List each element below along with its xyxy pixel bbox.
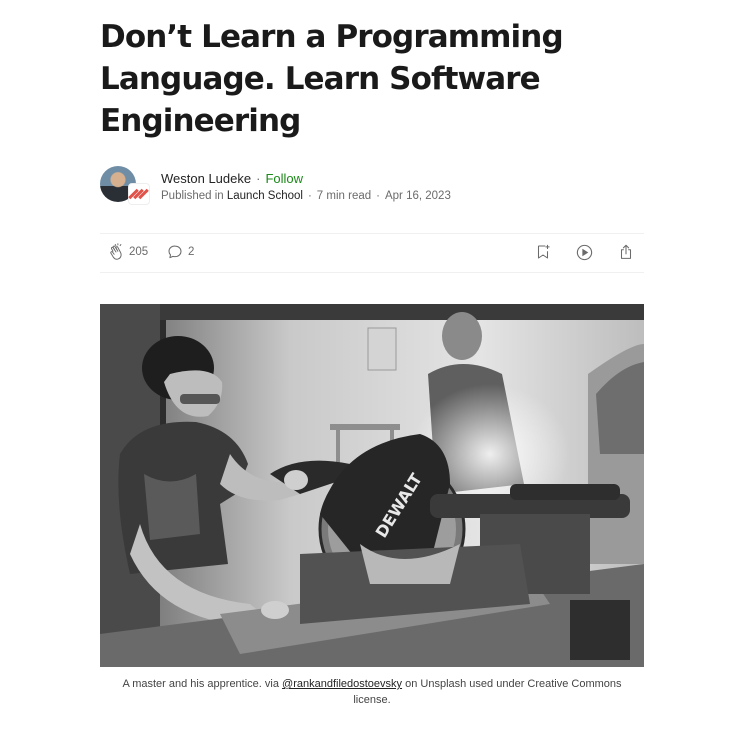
clap-button[interactable]: 205	[107, 243, 148, 261]
play-listen-icon	[576, 244, 593, 261]
publication-link[interactable]: Launch School	[227, 190, 303, 202]
responses-button[interactable]: 2	[166, 243, 194, 261]
listen-button[interactable]	[575, 243, 594, 262]
author-name[interactable]: Weston Ludeke	[161, 171, 251, 186]
bookmark-add-icon	[537, 244, 550, 259]
caption-photographer-link[interactable]: @rankandfiledostoevsky	[282, 678, 402, 690]
bookmark-button[interactable]	[534, 243, 552, 261]
share-icon	[620, 244, 632, 259]
image-caption: A master and his apprentice. via @rankan…	[110, 676, 634, 708]
hero-image: DEWALT	[100, 304, 644, 667]
author-line: Weston Ludeke · Follow	[161, 171, 303, 186]
response-count: 2	[188, 246, 195, 258]
separator-dot: ·	[376, 190, 380, 202]
separator-dot: ·	[307, 190, 312, 202]
publish-date: Apr 16, 2023	[384, 190, 451, 202]
separator-dot: ·	[256, 171, 261, 186]
caption-prefix: A master and his apprentice. via	[122, 678, 283, 690]
publication-logo[interactable]	[128, 183, 150, 205]
article-title: Don’t Learn a Programming Language. Lear…	[100, 19, 564, 139]
share-button[interactable]	[617, 243, 635, 261]
article-action-bar: 205 2	[100, 233, 644, 273]
article-meta: Published in Launch School · 7 min read · Ap…	[161, 190, 451, 202]
comment-icon	[168, 245, 182, 259]
clap-icon	[110, 243, 122, 260]
published-in-label: Published in	[161, 190, 224, 202]
follow-button[interactable]: Follow	[265, 171, 303, 186]
clap-count: 205	[129, 246, 149, 258]
read-time: 7 min read	[316, 190, 372, 202]
